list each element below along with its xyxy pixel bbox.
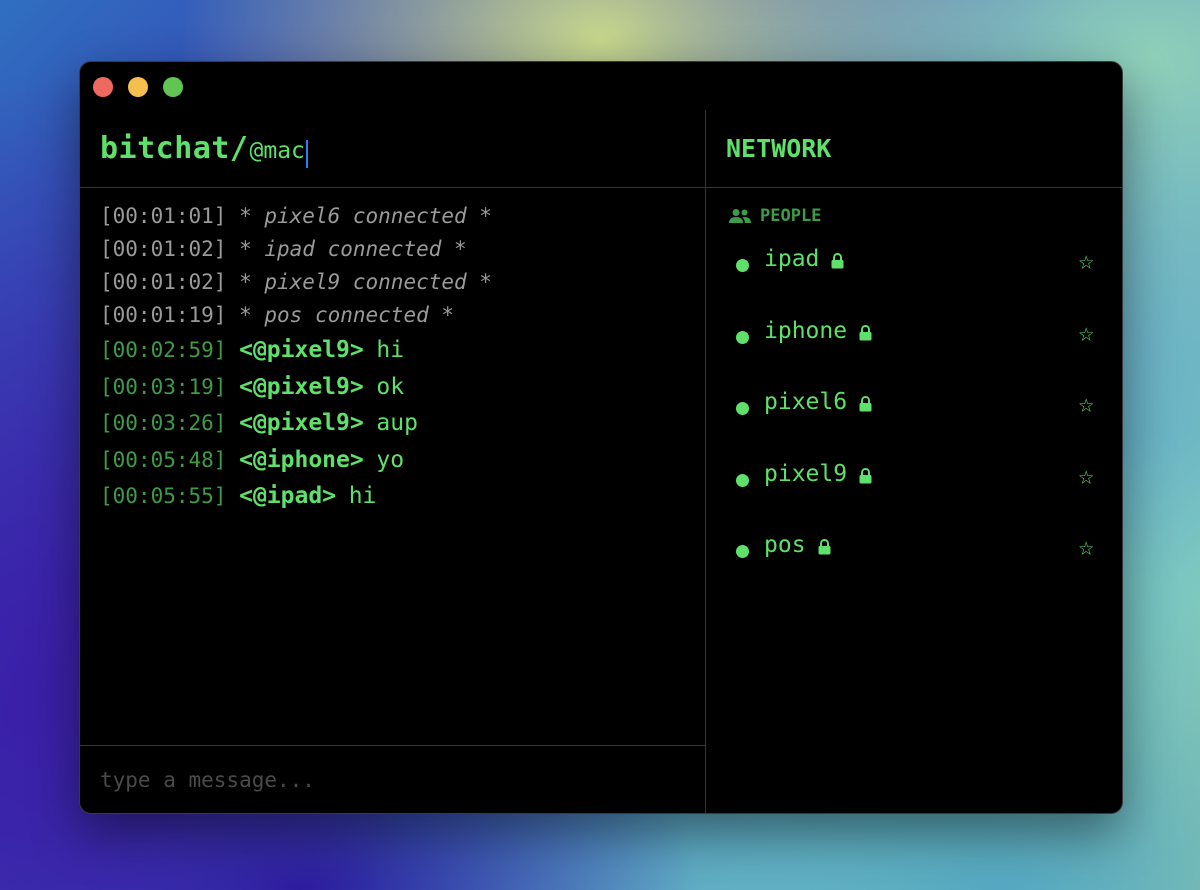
message-text: aup — [376, 410, 418, 436]
message-timestamp: [00:01:19] — [100, 303, 227, 327]
message-sender[interactable]: <@iphone> — [239, 447, 364, 473]
text-caret — [305, 139, 308, 168]
message-list: [00:01:01] * pixel6 connected * [00:01:02… — [80, 188, 705, 515]
system-message: [00:01:02] * ipad connected * — [100, 233, 705, 266]
window-controls — [93, 77, 183, 97]
chat-header: bitchat/@mac — [80, 110, 705, 188]
online-status-dot — [736, 545, 749, 558]
message-timestamp: [00:02:59] — [100, 338, 227, 362]
favorite-star-icon[interactable]: ☆ — [1078, 534, 1094, 560]
minimize-window-button[interactable] — [128, 77, 148, 97]
system-message: [00:01:01] * pixel6 connected * — [100, 200, 705, 233]
close-window-button[interactable] — [93, 77, 113, 97]
people-section-header: PEOPLE — [728, 205, 1122, 227]
people-icon — [729, 209, 751, 223]
peer-item-pixel9[interactable]: pixel9 ☆ — [706, 460, 1122, 532]
lock-icon — [859, 395, 872, 416]
chat-message: [00:03:26] <@pixel9> aup — [100, 405, 705, 442]
network-title: NETWORK — [726, 134, 832, 163]
message-text: * pos connected * — [239, 303, 455, 327]
chat-message: [00:05:48] <@iphone> yo — [100, 442, 705, 479]
message-sender[interactable]: <@ipad> — [239, 483, 336, 509]
online-status-dot — [736, 330, 749, 344]
people-list: ipad ☆ iphone ☆ pixel6 ☆ pixel9 ☆ pos ☆ — [706, 245, 1122, 603]
maximize-window-button[interactable] — [163, 77, 183, 97]
peer-name[interactable]: ipad — [764, 246, 819, 272]
message-timestamp: [00:03:26] — [100, 411, 227, 435]
chat-panel: bitchat/@mac [00:01:01] * pixel6 connect… — [80, 110, 706, 813]
message-text: yo — [376, 446, 405, 473]
favorite-star-icon[interactable]: ☆ — [1078, 248, 1094, 274]
chat-message: [00:03:19] <@pixel9> ok — [100, 369, 705, 406]
message-text: * pixel9 connected * — [239, 270, 492, 294]
message-sender[interactable]: <@pixel9> — [239, 374, 364, 400]
message-timestamp: [00:05:55] — [100, 484, 227, 508]
message-timestamp: [00:01:02] — [100, 237, 227, 261]
favorite-star-icon[interactable]: ☆ — [1078, 391, 1094, 417]
message-sender[interactable]: <@pixel9> — [239, 337, 364, 363]
chat-message: [00:02:59] <@pixel9> hi — [100, 332, 705, 369]
peer-name[interactable]: pos — [764, 532, 806, 558]
message-timestamp: [00:01:02] — [100, 270, 227, 294]
peer-name[interactable]: pixel9 — [764, 461, 847, 487]
online-status-dot — [736, 402, 749, 415]
people-section-label: PEOPLE — [760, 206, 822, 226]
message-input[interactable] — [100, 764, 680, 796]
peer-name[interactable]: iphone — [764, 318, 847, 344]
online-status-dot — [736, 259, 749, 272]
system-message: [00:01:19] * pos connected * — [100, 299, 705, 332]
lock-icon — [831, 252, 844, 273]
message-timestamp: [00:03:19] — [100, 374, 227, 399]
message-sender[interactable]: <@pixel9> — [239, 410, 364, 436]
app-window: bitchat/@mac [00:01:01] * pixel6 connect… — [79, 61, 1123, 814]
peer-item-pixel6[interactable]: pixel6 ☆ — [706, 388, 1122, 460]
network-panel: NETWORK PEOPLE ipad ☆ iphone ☆ pixel6 ☆ pixel9… — [706, 110, 1122, 813]
chat-message: [00:05:55] <@ipad> hi — [100, 478, 705, 515]
message-timestamp: [00:05:48] — [100, 447, 227, 472]
message-text: ok — [376, 373, 405, 400]
message-text: hi — [376, 337, 405, 363]
favorite-star-icon[interactable]: ☆ — [1078, 463, 1094, 489]
peer-item-ipad[interactable]: ipad ☆ — [706, 245, 1122, 317]
message-text: * pixel6 connected * — [239, 204, 492, 228]
lock-icon — [818, 538, 831, 559]
nickname-field[interactable]: @mac — [250, 138, 305, 164]
favorite-star-icon[interactable]: ☆ — [1078, 320, 1094, 346]
peer-item-iphone[interactable]: iphone ☆ — [706, 317, 1122, 389]
system-message: [00:01:02] * pixel9 connected * — [100, 266, 705, 299]
network-header: NETWORK — [706, 110, 1122, 188]
message-text: * ipad connected * — [239, 237, 467, 261]
app-brand: bitchat/ — [100, 131, 249, 166]
message-text: hi — [348, 483, 377, 509]
message-timestamp: [00:01:01] — [100, 204, 227, 228]
online-status-dot — [736, 473, 749, 487]
message-input-bar — [80, 745, 705, 813]
peer-name[interactable]: pixel6 — [764, 389, 847, 415]
lock-icon — [859, 324, 872, 345]
peer-item-pos[interactable]: pos ☆ — [706, 531, 1122, 603]
lock-icon — [859, 467, 872, 488]
